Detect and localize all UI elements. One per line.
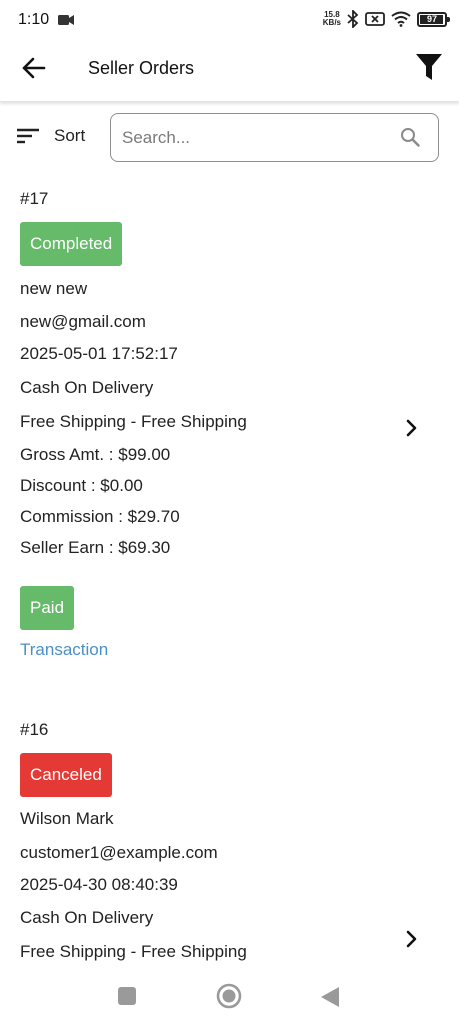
search-icon[interactable]: [400, 127, 420, 147]
circle-icon[interactable]: [216, 983, 242, 1009]
wifi-icon: [391, 11, 411, 27]
search-input[interactable]: [122, 126, 382, 150]
network-speed-unit: KB/s: [322, 18, 341, 27]
order-status-badge: Completed: [20, 222, 123, 266]
battery-level: 97: [426, 13, 437, 24]
shipping-method: Free Shipping - Free Shipping: [20, 412, 247, 431]
discount: Discount : $0.00: [20, 476, 143, 495]
battery-icon: 97: [417, 11, 450, 27]
order-id: #17: [20, 189, 49, 208]
customer-name: new new: [20, 279, 88, 298]
video-camera-icon: [58, 15, 74, 25]
order-date: 2025-04-30 08:40:39: [20, 875, 178, 894]
search-box[interactable]: [110, 113, 439, 162]
order-status-badge: Canceled: [20, 753, 112, 797]
status-icons: 15.8 KB/s 97: [323, 10, 450, 28]
sort-button[interactable]: Sort: [16, 126, 85, 146]
gross-amount: Gross Amt. : $99.00: [20, 445, 171, 464]
shipping-method: Free Shipping - Free Shipping: [20, 942, 247, 961]
network-speed: 15.8 KB/s: [323, 11, 341, 27]
order-card[interactable]: #16 Canceled Wilson Mark customer1@examp…: [20, 719, 440, 969]
customer-name: Wilson Mark: [20, 809, 114, 828]
filter-icon[interactable]: [415, 52, 443, 82]
no-sim-icon: [365, 12, 385, 26]
arrow-back-icon[interactable]: [18, 54, 50, 82]
order-date: 2025-05-01 17:52:17: [20, 344, 178, 363]
transaction-link[interactable]: Transaction: [20, 640, 108, 660]
app-bar: Seller Orders: [0, 40, 459, 102]
page-title: Seller Orders: [88, 58, 195, 78]
sort-label: Sort: [54, 126, 86, 145]
bluetooth-icon: [347, 10, 359, 28]
payment-method: Cash On Delivery: [20, 378, 154, 397]
sort-icon: [17, 128, 39, 144]
seller-earn: Seller Earn : $69.30: [20, 538, 171, 557]
commission: Commission : $29.70: [20, 507, 180, 526]
customer-email: customer1@example.com: [20, 843, 218, 862]
triangle-back-icon[interactable]: [320, 986, 340, 1008]
payment-status-badge: Paid: [20, 586, 75, 630]
chevron-right-icon[interactable]: [400, 928, 422, 950]
payment-method: Cash On Delivery: [20, 908, 154, 927]
status-bar: 1:10 15.8 KB/s 97: [0, 0, 459, 40]
order-id: #16: [20, 720, 49, 739]
system-nav-bar: [0, 970, 459, 1024]
status-time: 1:10: [18, 11, 50, 28]
customer-email: new@gmail.com: [20, 312, 146, 331]
chevron-right-icon[interactable]: [400, 417, 422, 439]
square-icon[interactable]: [117, 986, 137, 1006]
order-card[interactable]: #17 Completed new new new@gmail.com 2025…: [20, 188, 440, 668]
